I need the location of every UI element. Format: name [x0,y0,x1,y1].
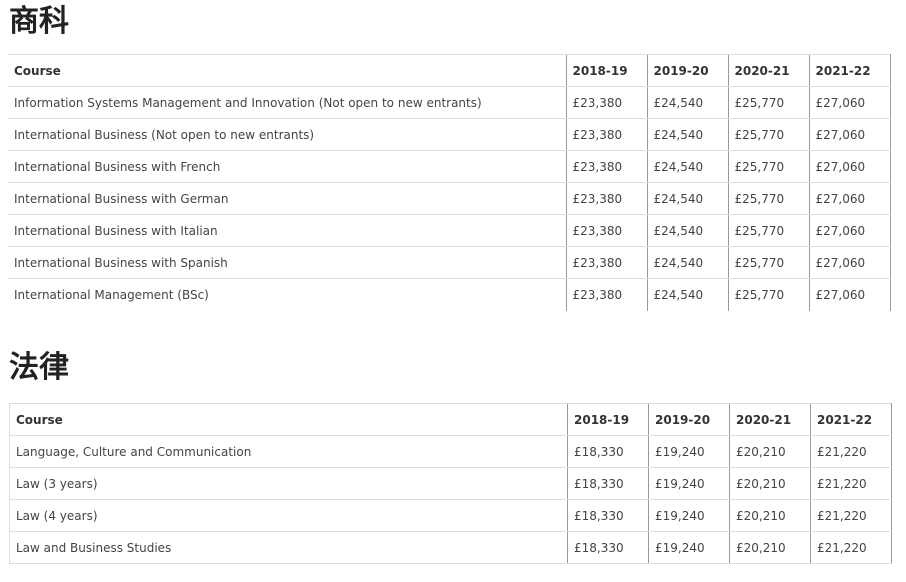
table-row: Law (3 years) £18,330 £19,240 £20,210 £2… [9,467,892,500]
fee-2021-22: £27,060 [808,278,891,311]
table-row: International Business (Not open to new … [8,118,891,151]
fee-2020-21: £20,210 [729,531,811,564]
law-fees-table: Course 2018-19 2019-20 2020-21 2021-22 L… [9,403,892,564]
fee-2019-20: £19,240 [648,467,730,500]
table-row: International Business with Spanish £23,… [8,246,891,279]
fee-2019-20: £19,240 [648,499,730,532]
column-header-2018-19: 2018-19 [565,54,647,87]
table-header-row: Course 2018-19 2019-20 2020-21 2021-22 [8,54,891,87]
course-name: International Business (Not open to new … [8,118,566,151]
table-row: International Business with French £23,3… [8,150,891,183]
fee-2021-22: £27,060 [808,118,891,151]
course-name: Law and Business Studies [9,531,568,564]
fee-2020-21: £25,770 [727,182,809,215]
fee-2020-21: £20,210 [729,467,811,500]
fee-2019-20: £24,540 [646,86,728,119]
fee-2018-19: £23,380 [565,246,647,279]
section-title-business: 商科 [9,4,69,39]
fee-2021-22: £27,060 [808,214,891,247]
fee-2021-22: £21,220 [810,435,892,468]
fee-2019-20: £24,540 [646,214,728,247]
fee-2018-19: £23,380 [565,150,647,183]
course-name: Law (4 years) [9,499,568,532]
fee-2020-21: £25,770 [727,246,809,279]
course-name: International Business with German [8,182,566,215]
business-fees-table: Course 2018-19 2019-20 2020-21 2021-22 I… [8,54,891,311]
fee-2019-20: £24,540 [646,150,728,183]
column-header-2021-22: 2021-22 [810,403,892,436]
table-row: Information Systems Management and Innov… [8,86,891,119]
fee-2018-19: £18,330 [567,531,649,564]
table-row: Language, Culture and Communication £18,… [9,435,892,468]
fee-2021-22: £27,060 [808,246,891,279]
column-header-2019-20: 2019-20 [648,403,730,436]
column-header-2020-21: 2020-21 [727,54,809,87]
course-name: International Business with French [8,150,566,183]
fee-2019-20: £24,540 [646,246,728,279]
fee-2019-20: £19,240 [648,435,730,468]
column-header-2021-22: 2021-22 [808,54,891,87]
column-header-course: Course [8,54,566,87]
fee-2018-19: £23,380 [565,278,647,311]
fee-2019-20: £24,540 [646,118,728,151]
fee-2021-22: £21,220 [810,499,892,532]
course-name: International Business with Italian [8,214,566,247]
fee-2021-22: £27,060 [808,86,891,119]
column-header-2020-21: 2020-21 [729,403,811,436]
fee-2018-19: £18,330 [567,467,649,500]
table-row: Law and Business Studies £18,330 £19,240… [9,531,892,564]
table-header-row: Course 2018-19 2019-20 2020-21 2021-22 [9,403,892,436]
table-row: International Management (BSc) £23,380 £… [8,278,891,311]
fee-2018-19: £23,380 [565,214,647,247]
course-name: Law (3 years) [9,467,568,500]
fee-2018-19: £18,330 [567,435,649,468]
table-row: International Business with German £23,3… [8,182,891,215]
course-name: International Business with Spanish [8,246,566,279]
fee-2020-21: £25,770 [727,86,809,119]
fee-2020-21: £25,770 [727,150,809,183]
course-name: Information Systems Management and Innov… [8,86,566,119]
column-header-course: Course [9,403,568,436]
fee-2021-22: £21,220 [810,467,892,500]
table-row: Law (4 years) £18,330 £19,240 £20,210 £2… [9,499,892,532]
course-name: Language, Culture and Communication [9,435,568,468]
fee-2018-19: £23,380 [565,182,647,215]
course-name: International Management (BSc) [14,287,209,302]
fee-2020-21: £25,770 [727,118,809,151]
fee-2021-22: £27,060 [808,182,891,215]
fee-2018-19: £18,330 [567,499,649,532]
fee-2018-19: £23,380 [565,86,647,119]
fee-2021-22: £27,060 [808,150,891,183]
fee-2021-22: £21,220 [810,531,892,564]
fee-2019-20: £24,540 [646,182,728,215]
fee-2020-21: £25,770 [727,278,809,311]
fee-2019-20: £19,240 [648,531,730,564]
fee-2020-21: £25,770 [727,214,809,247]
fee-2018-19: £23,380 [565,118,647,151]
section-title-law: 法律 [9,350,69,385]
table-row: International Business with Italian £23,… [8,214,891,247]
fee-2020-21: £20,210 [729,435,811,468]
fee-2020-21: £20,210 [729,499,811,532]
column-header-2019-20: 2019-20 [646,54,728,87]
column-header-2018-19: 2018-19 [567,403,649,436]
fee-2019-20: £24,540 [646,278,728,311]
